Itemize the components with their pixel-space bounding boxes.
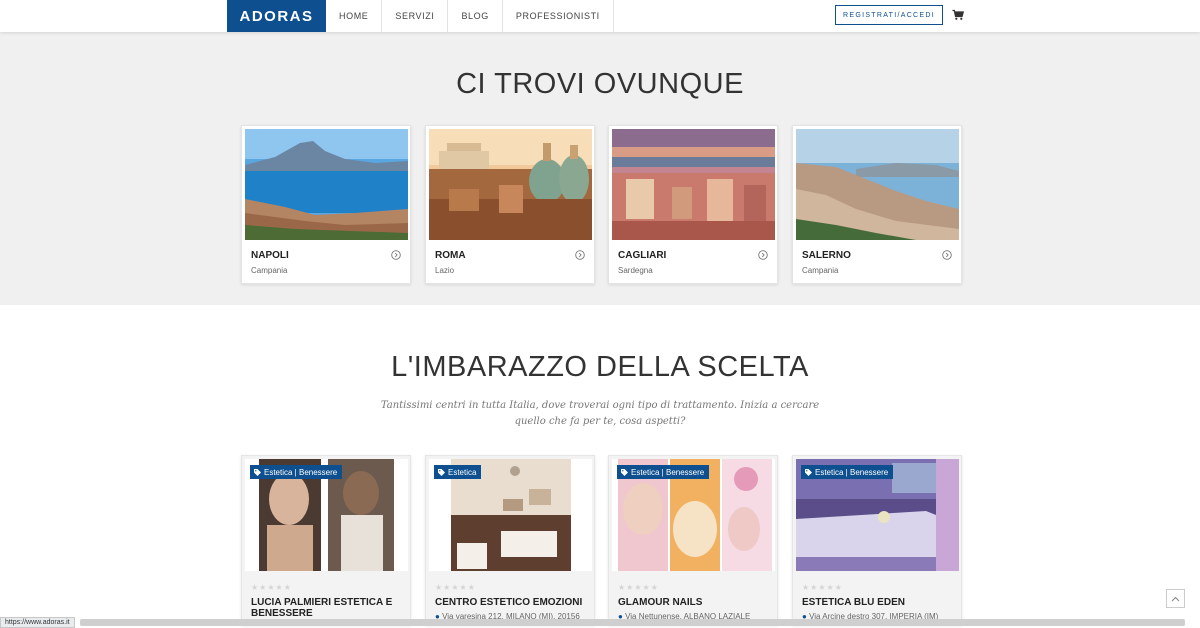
business-card[interactable]: Estetica | Benessere ★★★★★ GLAMOUR NAILS… [608, 455, 778, 625]
nav-servizi[interactable]: SERVIZI [382, 0, 449, 32]
city-card-salerno[interactable]: SALERNO Campania [792, 125, 962, 284]
rating-stars: ★★★★★ [802, 583, 843, 592]
choice-title: L'IMBARAZZO DELLA SCELTA [391, 351, 809, 383]
tag-icon [621, 468, 628, 476]
nav-home[interactable]: HOME [326, 0, 383, 32]
business-name[interactable]: LUCIA PALMIERI ESTETICA E BENESSERE [251, 597, 406, 619]
business-card[interactable]: Estetica | Benessere ★★★★★ ESTETICA BLU … [792, 455, 962, 625]
cities-section: CI TROVI OVUNQUE NAPOLI Campania ROMA La… [0, 32, 1200, 305]
arrow-circle-icon[interactable] [942, 250, 952, 260]
main-nav: HOME SERVIZI BLOG PROFESSIONISTI [326, 0, 614, 32]
site-logo[interactable]: ADORAS [227, 0, 326, 32]
city-region: Lazio [435, 266, 455, 275]
rating-stars: ★★★★★ [435, 583, 476, 592]
city-region: Sardegna [618, 266, 653, 275]
tag-icon [438, 468, 445, 476]
choice-subtitle: Tantissimi centri in tutta Italia, dove … [380, 400, 820, 427]
nav-professionisti[interactable]: PROFESSIONISTI [503, 0, 614, 32]
city-card-cagliari[interactable]: CAGLIARI Sardegna [608, 125, 778, 284]
arrow-circle-icon[interactable] [391, 250, 401, 260]
city-image-napoli[interactable] [245, 129, 408, 240]
category-label: Estetica | Benessere [815, 467, 889, 477]
category-badge: Estetica | Benessere [617, 465, 710, 479]
business-name[interactable]: CENTRO ESTETICO EMOZIONI [435, 597, 590, 608]
horizontal-scrollbar[interactable] [80, 619, 1185, 626]
category-label: Estetica | Benessere [264, 467, 338, 477]
category-label: Estetica [448, 467, 477, 477]
category-label: Estetica | Benessere [631, 467, 705, 477]
city-image-salerno[interactable] [796, 129, 959, 240]
rating-stars: ★★★★★ [251, 583, 292, 592]
city-card-roma[interactable]: ROMA Lazio [425, 125, 595, 284]
business-card[interactable]: Estetica ★★★★★ CENTRO ESTETICO EMOZIONI … [425, 455, 595, 625]
city-image-roma[interactable] [429, 129, 592, 240]
cart-icon[interactable] [952, 9, 964, 21]
business-card[interactable]: Estetica | Benessere ★★★★★ LUCIA PALMIER… [241, 455, 411, 625]
category-badge: Estetica [434, 465, 482, 479]
cities-title: CI TROVI OVUNQUE [456, 68, 744, 100]
chevron-up-icon [1171, 596, 1180, 601]
city-region: Campania [802, 266, 839, 275]
category-badge: Estetica | Benessere [250, 465, 343, 479]
category-badge: Estetica | Benessere [801, 465, 894, 479]
tag-icon [805, 468, 812, 476]
tag-icon [254, 468, 261, 476]
register-login-button[interactable]: REGISTRATI/ACCEDI [835, 5, 943, 25]
scroll-to-top-button[interactable] [1166, 589, 1185, 608]
city-image-cagliari[interactable] [612, 129, 775, 240]
city-name: CAGLIARI [618, 250, 667, 261]
top-navbar: ADORAS HOME SERVIZI BLOG PROFESSIONISTI … [0, 0, 1200, 32]
business-name[interactable]: GLAMOUR NAILS [618, 597, 773, 608]
arrow-circle-icon[interactable] [758, 250, 768, 260]
status-bar-url: https://www.adoras.it [0, 617, 75, 628]
city-name: ROMA [435, 250, 466, 261]
business-name[interactable]: ESTETICA BLU EDEN [802, 597, 957, 608]
rating-stars: ★★★★★ [618, 583, 659, 592]
city-name: SALERNO [802, 250, 851, 261]
arrow-circle-icon[interactable] [575, 250, 585, 260]
nav-blog[interactable]: BLOG [448, 0, 503, 32]
city-name: NAPOLI [251, 250, 289, 261]
city-region: Campania [251, 266, 288, 275]
city-card-napoli[interactable]: NAPOLI Campania [241, 125, 411, 284]
